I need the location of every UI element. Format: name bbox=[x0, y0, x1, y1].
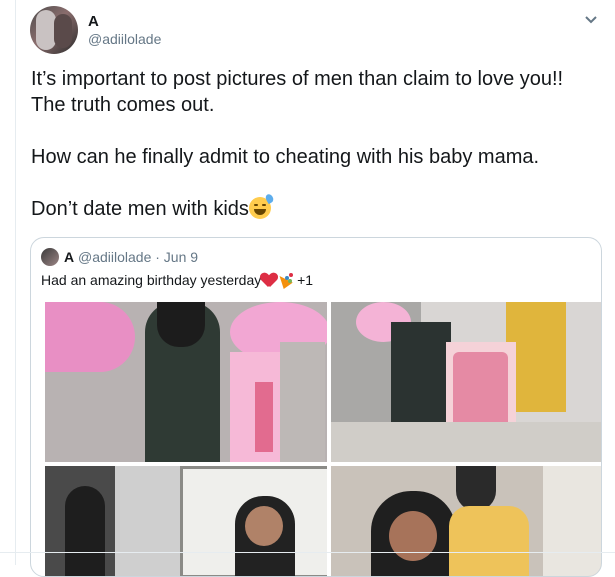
quoted-avatar bbox=[41, 248, 59, 266]
couple-smiling-photo[interactable] bbox=[331, 466, 601, 576]
heart-emoji-icon bbox=[261, 273, 277, 287]
balloon-dress-photo[interactable] bbox=[45, 302, 327, 462]
sweat-smile-emoji-icon bbox=[248, 192, 275, 219]
divider bbox=[0, 552, 615, 553]
tweet-line: How can he finally admit to cheating wit… bbox=[31, 146, 540, 168]
quoted-text: Had an amazing birthday yesterday +1 bbox=[41, 272, 314, 288]
tweet-line: Don’t date men with kids bbox=[31, 192, 611, 222]
quoted-display-name: A bbox=[64, 249, 75, 265]
quoted-tweet[interactable]: A @adiilolade · Jun 9 Had an amazing bir… bbox=[30, 237, 602, 577]
extra-count: +1 bbox=[297, 272, 314, 288]
birthday-cake-couple-photo[interactable] bbox=[331, 302, 601, 462]
avatar-figure-left bbox=[36, 10, 56, 50]
tweet-line: It’s important to post pictures of men t… bbox=[31, 68, 564, 90]
chevron-down-icon[interactable] bbox=[581, 10, 601, 30]
avatar-figure-right bbox=[54, 14, 72, 48]
avatar[interactable] bbox=[30, 6, 78, 54]
display-name[interactable]: A bbox=[88, 13, 99, 30]
tweet-line: The truth comes out. bbox=[31, 94, 215, 116]
mirror-selfie-photo[interactable] bbox=[45, 466, 327, 576]
party-popper-emoji-icon bbox=[279, 273, 294, 287]
tweet-text: It’s important to post pictures of men t… bbox=[31, 66, 611, 222]
user-handle[interactable]: @adiilolade bbox=[88, 31, 161, 47]
quoted-meta: @adiilolade · Jun 9 bbox=[78, 249, 199, 265]
tweet-card[interactable]: A @adiilolade It’s important to post pic… bbox=[15, 0, 615, 577]
